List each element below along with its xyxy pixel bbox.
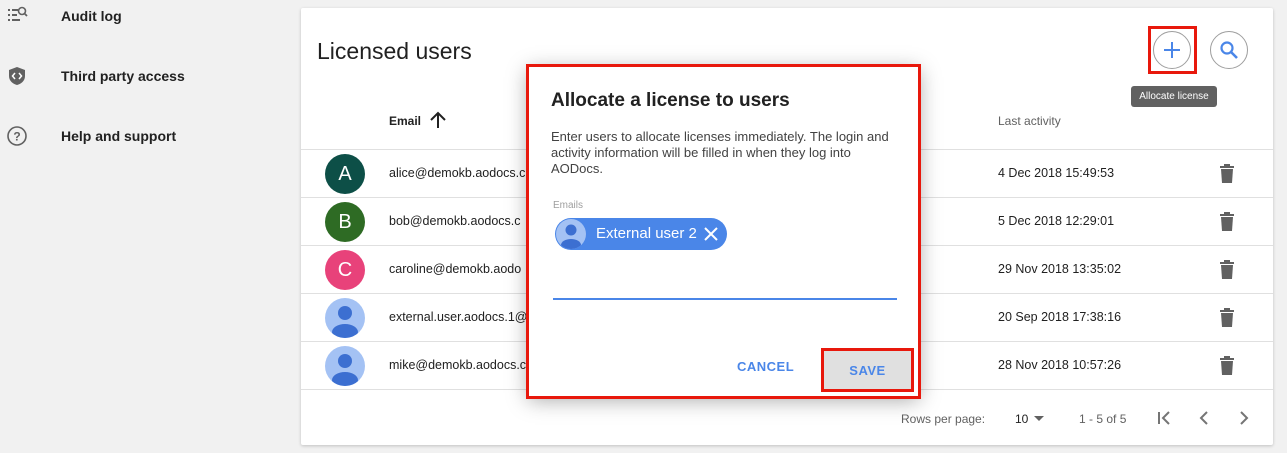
dialog-description: Enter users to allocate licenses immedia… — [551, 129, 889, 176]
svg-text:?: ? — [13, 130, 20, 144]
first-page-icon[interactable] — [1154, 408, 1174, 428]
dialog-title: Allocate a license to users — [551, 90, 790, 111]
last-activity: 4 Dec 2018 15:49:53 — [998, 166, 1115, 180]
user-email: caroline@demokb.aodo — [389, 262, 522, 276]
search-icon — [1220, 41, 1238, 59]
caret-down-icon[interactable] — [1034, 416, 1044, 421]
person-icon — [561, 224, 581, 249]
save-button[interactable]: SAVE — [823, 350, 912, 390]
chip-avatar — [556, 219, 586, 249]
avatar — [325, 298, 365, 338]
user-email: alice@demokb.aodocs.c — [389, 166, 526, 180]
trash-icon[interactable] — [1217, 163, 1237, 185]
search-button[interactable] — [1210, 31, 1248, 69]
page-title: Licensed users — [317, 38, 472, 64]
next-page-icon[interactable] — [1234, 408, 1254, 428]
trash-icon[interactable] — [1217, 211, 1237, 233]
rows-per-page-label: Rows per page: — [901, 412, 986, 426]
add-license-tooltip: Allocate license — [1131, 86, 1217, 107]
shield-code-icon — [6, 65, 28, 87]
user-email: bob@demokb.aodocs.c — [389, 214, 521, 228]
avatar: C — [325, 250, 365, 290]
avatar — [325, 346, 365, 386]
last-activity: 29 Nov 2018 13:35:02 — [998, 262, 1122, 276]
person-icon — [332, 354, 358, 386]
trash-icon[interactable] — [1217, 355, 1237, 377]
last-activity: 5 Dec 2018 12:29:01 — [998, 214, 1115, 228]
audit-log-icon — [6, 5, 28, 27]
avatar: A — [325, 154, 365, 194]
arrow-up-icon[interactable] — [429, 110, 447, 130]
sidebar-item-audit-log[interactable]: Audit log — [0, 0, 290, 36]
column-header-email[interactable]: Email — [389, 114, 421, 128]
user-email: mike@demokb.aodocs.c — [389, 358, 527, 372]
emails-field-label: Emails — [553, 200, 584, 211]
emails-input[interactable] — [553, 298, 897, 300]
pagination-range: 1 - 5 of 5 — [1079, 412, 1127, 426]
help-circle-icon: ? — [6, 125, 28, 147]
close-icon[interactable] — [702, 225, 720, 243]
avatar: B — [325, 202, 365, 242]
sidebar: Audit log Third party access ? Help and … — [0, 0, 300, 453]
sidebar-item-label: Third party access — [61, 68, 185, 84]
last-activity: 28 Nov 2018 10:57:26 — [998, 358, 1122, 372]
trash-icon[interactable] — [1217, 259, 1237, 281]
user-email: external.user.aodocs.1@ — [389, 310, 528, 324]
sidebar-item-label: Help and support — [61, 128, 177, 144]
sidebar-item-third-party-access[interactable]: Third party access — [0, 56, 290, 96]
rows-per-page-select[interactable]: 10 — [1015, 412, 1028, 426]
cancel-button[interactable]: CANCEL — [737, 359, 794, 374]
sidebar-item-label: Audit log — [61, 8, 122, 24]
user-chip: External user 2 — [555, 218, 727, 250]
person-icon — [332, 306, 358, 338]
trash-icon[interactable] — [1217, 307, 1237, 329]
table-footer: Rows per page: 10 1 - 5 of 5 — [301, 389, 1273, 438]
previous-page-icon[interactable] — [1194, 408, 1214, 428]
last-activity: 20 Sep 2018 17:38:16 — [998, 310, 1122, 324]
allocate-license-dialog: Allocate a license to users Enter users … — [528, 66, 919, 396]
sidebar-item-help-and-support[interactable]: ? Help and support — [0, 116, 290, 156]
chip-label: External user 2 — [596, 225, 697, 242]
add-button-highlight — [1148, 26, 1197, 74]
column-header-last-activity[interactable]: Last activity — [998, 114, 1061, 128]
